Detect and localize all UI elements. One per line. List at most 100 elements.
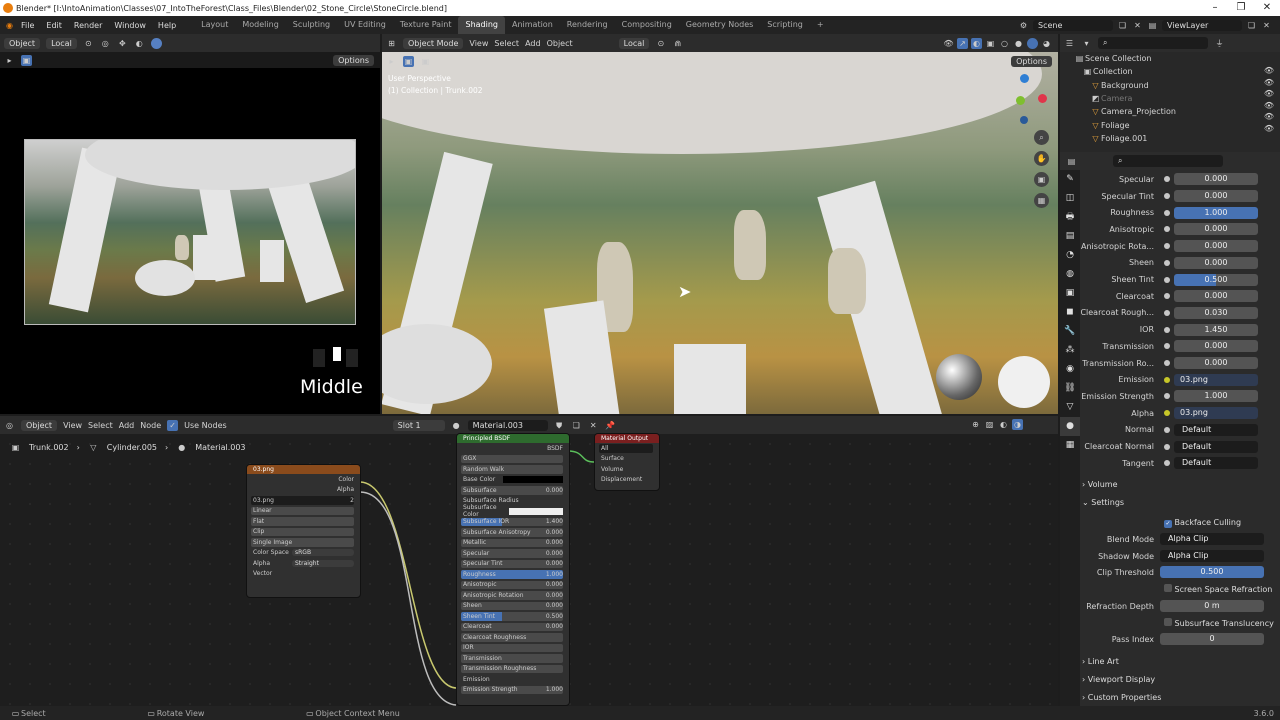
new-scene-icon[interactable]: ❏ (1117, 20, 1128, 31)
bsdf-input-row[interactable]: Clearcoat Roughness (457, 632, 569, 643)
particles-tab-icon[interactable]: ⁂ (1060, 341, 1080, 360)
bsdf-input-row[interactable]: Transmission (457, 653, 569, 664)
bsdf-input-row[interactable]: Sheen 0.000 (457, 601, 569, 612)
viewport-tool-icon[interactable]: ▸ (386, 56, 397, 67)
viewport-select-extend-icon[interactable]: ▣ (420, 56, 431, 67)
distribution-dropdown[interactable]: GGX (463, 455, 476, 462)
maximize-icon[interactable]: ❐ (1228, 0, 1254, 16)
camera-view-icon[interactable]: ▣ (1034, 172, 1049, 187)
image-name-field[interactable]: 03.png (253, 497, 274, 504)
tab-scripting[interactable]: Scripting (760, 16, 810, 34)
bsdf-input-value[interactable]: 0.500 (546, 613, 563, 620)
menu-render[interactable]: Render (68, 21, 108, 30)
bsdf-input-value[interactable]: 0.000 (546, 581, 563, 588)
snap-icon[interactable]: ⊙ (83, 38, 94, 49)
property-field[interactable]: 0.000 (1174, 290, 1258, 303)
render-tab-icon[interactable]: ◫ (1060, 189, 1080, 208)
menu-help[interactable]: Help (152, 21, 182, 30)
tool-icon[interactable]: ▸ (4, 55, 15, 66)
bsdf-input-row[interactable]: Anisotropic Rotation 0.000 (457, 590, 569, 601)
navigation-gizmo[interactable] (998, 74, 1050, 126)
bsdf-input-value[interactable]: 0.000 (546, 529, 563, 536)
z-axis-icon[interactable] (1020, 74, 1029, 83)
scene-selector[interactable]: Scene (1033, 19, 1113, 31)
backdrop-icon[interactable]: ▨ (984, 419, 995, 430)
shadow-mode-dropdown[interactable]: Alpha Clip (1160, 550, 1264, 563)
socket-dot-icon[interactable] (1164, 243, 1170, 250)
bsdf-input-value[interactable]: 0.000 (546, 487, 563, 494)
properties-panel[interactable]: ▤ ⌕ ✎ ◫ 🖶 ▤ ◔ ◍ ▣ ◼ 🔧 ⁂ ◉ ⛓ ▽ ● ▦ Specul… (1060, 152, 1280, 706)
xray-icon[interactable]: ▣ (985, 38, 996, 49)
property-field[interactable]: 0.500 (1174, 273, 1258, 286)
world-tab-icon[interactable]: ◍ (1060, 265, 1080, 284)
overlay-toggle-icon[interactable]: ◐ (971, 37, 982, 49)
object-mode-dropdown[interactable]: Object Mode (403, 37, 464, 49)
socket-dot-icon[interactable] (1164, 326, 1170, 333)
socket-dot-icon[interactable] (1164, 276, 1170, 283)
wireframe-shading-icon[interactable]: ○ (999, 38, 1010, 49)
texture-tab-icon[interactable]: ▦ (1060, 436, 1080, 455)
projection-dropdown[interactable]: Flat (253, 518, 264, 525)
add-workspace-icon[interactable]: + (810, 16, 831, 34)
gizmo-icon[interactable]: ✥ (117, 38, 128, 49)
bsdf-output-socket[interactable]: BSDF (547, 445, 563, 452)
material-tab-icon[interactable]: ● (1060, 417, 1080, 436)
tab-uv-editing[interactable]: UV Editing (337, 16, 393, 34)
viewport-display-section[interactable]: › Viewport Display (1082, 675, 1155, 684)
bsdf-input-value[interactable]: 1.400 (546, 518, 563, 525)
menu-file[interactable]: File (15, 21, 40, 30)
vector-input-socket[interactable]: Vector (253, 570, 272, 577)
outliner-search-icon[interactable]: ⌕ (1098, 37, 1208, 49)
3d-viewport[interactable] (382, 34, 1058, 414)
shading-solid-icon[interactable] (150, 37, 162, 49)
modifier-tab-icon[interactable]: 🔧 (1060, 322, 1080, 341)
new-view-layer-icon[interactable]: ❏ (1246, 20, 1257, 31)
property-field[interactable]: 0.000 (1174, 173, 1258, 186)
eye-icon[interactable]: 👁 (1264, 89, 1274, 98)
bsdf-input-row[interactable]: Metallic 0.000 (457, 538, 569, 549)
solid-shading-icon[interactable]: ● (1013, 38, 1024, 49)
property-field[interactable]: 0.000 (1174, 223, 1258, 236)
property-field[interactable]: 03.png (1174, 407, 1258, 420)
editor-type-icon[interactable]: ⊞ (386, 38, 397, 49)
menu-edit[interactable]: Edit (40, 21, 68, 30)
subsurface-method-dropdown[interactable]: Random Walk (463, 466, 504, 473)
bsdf-input-row[interactable]: Subsurface 0.000 (457, 485, 569, 496)
socket-dot-icon[interactable] (1164, 393, 1170, 400)
viewport-select-box-icon[interactable]: ▣ (403, 55, 414, 67)
filter-icon[interactable]: ⏚ (1214, 38, 1225, 49)
bsdf-input-row[interactable]: Clearcoat 0.000 (457, 622, 569, 633)
data-tab-icon[interactable]: ▽ (1060, 398, 1080, 417)
line-art-section[interactable]: › Line Art (1082, 657, 1119, 666)
property-field[interactable]: 0.000 (1174, 240, 1258, 253)
clip-threshold-slider[interactable]: 0.500 (1160, 566, 1264, 579)
socket-dot-icon[interactable] (1164, 176, 1170, 183)
pivot-icon[interactable]: ⊙ (655, 38, 666, 49)
socket-dot-icon[interactable] (1164, 193, 1170, 200)
bsdf-input-row[interactable]: Emission Strength 1.000 (457, 685, 569, 696)
select-box-icon[interactable]: ▣ (21, 54, 32, 66)
overlay-icon[interactable]: ◐ (134, 38, 145, 49)
socket-dot-icon[interactable] (1164, 343, 1170, 350)
property-field[interactable]: 03.png (1174, 373, 1258, 386)
bsdf-input-value[interactable]: 0.000 (546, 623, 563, 630)
visibility-icon[interactable]: 👁 (943, 38, 954, 49)
display-mode-icon[interactable]: ▾ (1081, 38, 1092, 49)
viewport-menu-view[interactable]: View (469, 39, 488, 48)
zoom-icon[interactable]: ⌕ (1034, 130, 1049, 145)
eye-icon[interactable]: 👁 (1264, 78, 1274, 87)
left-options-button[interactable]: Options (333, 54, 374, 66)
viewport-menu-add[interactable]: Add (525, 39, 541, 48)
bsdf-input-row[interactable]: Sheen Tint 0.500 (457, 611, 569, 622)
bsdf-input-value[interactable]: 0.000 (546, 602, 563, 609)
output-tab-icon[interactable]: 🖶 (1060, 208, 1080, 227)
bsdf-input-row[interactable]: Subsurface Color (457, 504, 569, 518)
ortho-grid-icon[interactable]: ▦ (1034, 193, 1049, 208)
object-tab-icon[interactable]: ◼ (1060, 303, 1080, 322)
tab-shading[interactable]: Shading (458, 16, 505, 34)
pan-hand-icon[interactable]: ✋ (1034, 151, 1049, 166)
properties-search-icon[interactable]: ⌕ (1113, 155, 1223, 167)
tool-tab-icon[interactable]: ✎ (1060, 170, 1080, 189)
property-field[interactable]: 0.000 (1174, 190, 1258, 203)
ssr-checkbox[interactable]: Screen Space Refraction (1164, 584, 1272, 594)
